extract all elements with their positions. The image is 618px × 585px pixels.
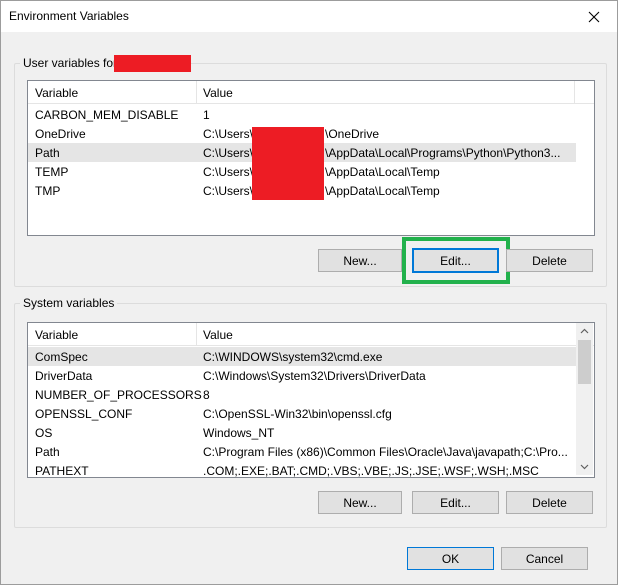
variable-name: ComSpec (35, 350, 88, 364)
variable-name: PATHEXT (35, 464, 89, 478)
variable-value-prefix: C:\Users\ (203, 184, 254, 198)
variable-value-prefix: C:\Users\ (203, 146, 254, 160)
scroll-up-arrow-icon[interactable] (576, 323, 593, 340)
user-new-button[interactable]: New... (318, 249, 402, 272)
list-header: Variable Value (28, 323, 594, 346)
variable-name: OS (35, 426, 53, 440)
variable-name: Path (35, 146, 60, 160)
variable-value-prefix: C:\Users\ (203, 165, 254, 179)
variable-value-prefix: C:\Users\ (203, 127, 254, 141)
system-variables-list[interactable]: Variable Value ComSpec C:\WINDOWS\system… (27, 322, 595, 478)
table-row[interactable]: CARBON_MEM_DISABLE 1 (28, 105, 576, 124)
redacted-username-label (114, 55, 191, 72)
table-row[interactable]: OS Windows_NT (28, 423, 576, 442)
ok-button[interactable]: OK (407, 547, 494, 570)
table-row[interactable]: PATHEXT .COM;.EXE;.BAT;.CMD;.VBS;.VBE;.J… (28, 461, 576, 478)
variable-name: DriverData (35, 369, 93, 383)
variable-value: 8 (203, 388, 210, 402)
variable-value: C:\Program Files (x86)\Common Files\Orac… (203, 445, 568, 459)
user-delete-button[interactable]: Delete (506, 249, 593, 272)
variable-value-suffix: \AppData\Local\Programs\Python\Python3..… (325, 146, 561, 160)
scroll-down-arrow-icon[interactable] (576, 458, 593, 475)
table-row[interactable]: NUMBER_OF_PROCESSORS 8 (28, 385, 576, 404)
variable-value: 1 (203, 108, 210, 122)
variable-value-suffix: \AppData\Local\Temp (325, 184, 440, 198)
variable-value: .COM;.EXE;.BAT;.CMD;.VBS;.VBE;.JS;.JSE;.… (203, 464, 539, 478)
table-row-selected[interactable]: ComSpec C:\WINDOWS\system32\cmd.exe (28, 347, 576, 366)
system-new-button[interactable]: New... (318, 491, 402, 514)
environment-variables-dialog: Environment Variables User variables for… (0, 0, 618, 585)
variable-name: NUMBER_OF_PROCESSORS (35, 388, 202, 402)
user-edit-button[interactable]: Edit... (412, 248, 499, 273)
vertical-scrollbar[interactable] (576, 323, 593, 475)
variable-name: TMP (35, 184, 61, 198)
title-bar: Environment Variables (1, 1, 617, 32)
variable-value-suffix: \AppData\Local\Temp (325, 165, 440, 179)
variable-value: Windows_NT (203, 426, 275, 440)
close-button[interactable] (571, 1, 617, 32)
variable-value: C:\OpenSSL-Win32\bin\openssl.cfg (203, 407, 392, 421)
table-row[interactable]: DriverData C:\Windows\System32\Drivers\D… (28, 366, 576, 385)
table-row[interactable]: OPENSSL_CONF C:\OpenSSL-Win32\bin\openss… (28, 404, 576, 423)
table-row[interactable]: Path C:\Program Files (x86)\Common Files… (28, 442, 576, 461)
variable-value-suffix: \OneDrive (325, 127, 380, 141)
column-header-value[interactable]: Value (203, 86, 233, 100)
variable-value: C:\Windows\System32\Drivers\DriverData (203, 369, 426, 383)
user-variables-label: User variables for (20, 56, 121, 70)
window-title: Environment Variables (9, 9, 129, 23)
system-delete-button[interactable]: Delete (506, 491, 593, 514)
scroll-thumb[interactable] (578, 340, 591, 384)
close-icon (588, 11, 600, 22)
variable-name: TEMP (35, 165, 69, 179)
variable-name: OneDrive (35, 127, 86, 141)
redacted-username-block (252, 127, 324, 200)
variable-name: OPENSSL_CONF (35, 407, 133, 421)
system-edit-button[interactable]: Edit... (412, 491, 499, 514)
column-header-value[interactable]: Value (203, 328, 233, 342)
variable-name: CARBON_MEM_DISABLE (35, 108, 179, 122)
column-header-variable[interactable]: Variable (35, 328, 78, 342)
column-header-variable[interactable]: Variable (35, 86, 78, 100)
variable-value: C:\WINDOWS\system32\cmd.exe (203, 350, 383, 364)
variable-name: Path (35, 445, 60, 459)
cancel-button[interactable]: Cancel (501, 547, 588, 570)
system-variables-label: System variables (20, 296, 118, 310)
user-variables-list[interactable]: Variable Value CARBON_MEM_DISABLE 1 OneD… (27, 80, 595, 236)
list-header: Variable Value (28, 81, 594, 104)
